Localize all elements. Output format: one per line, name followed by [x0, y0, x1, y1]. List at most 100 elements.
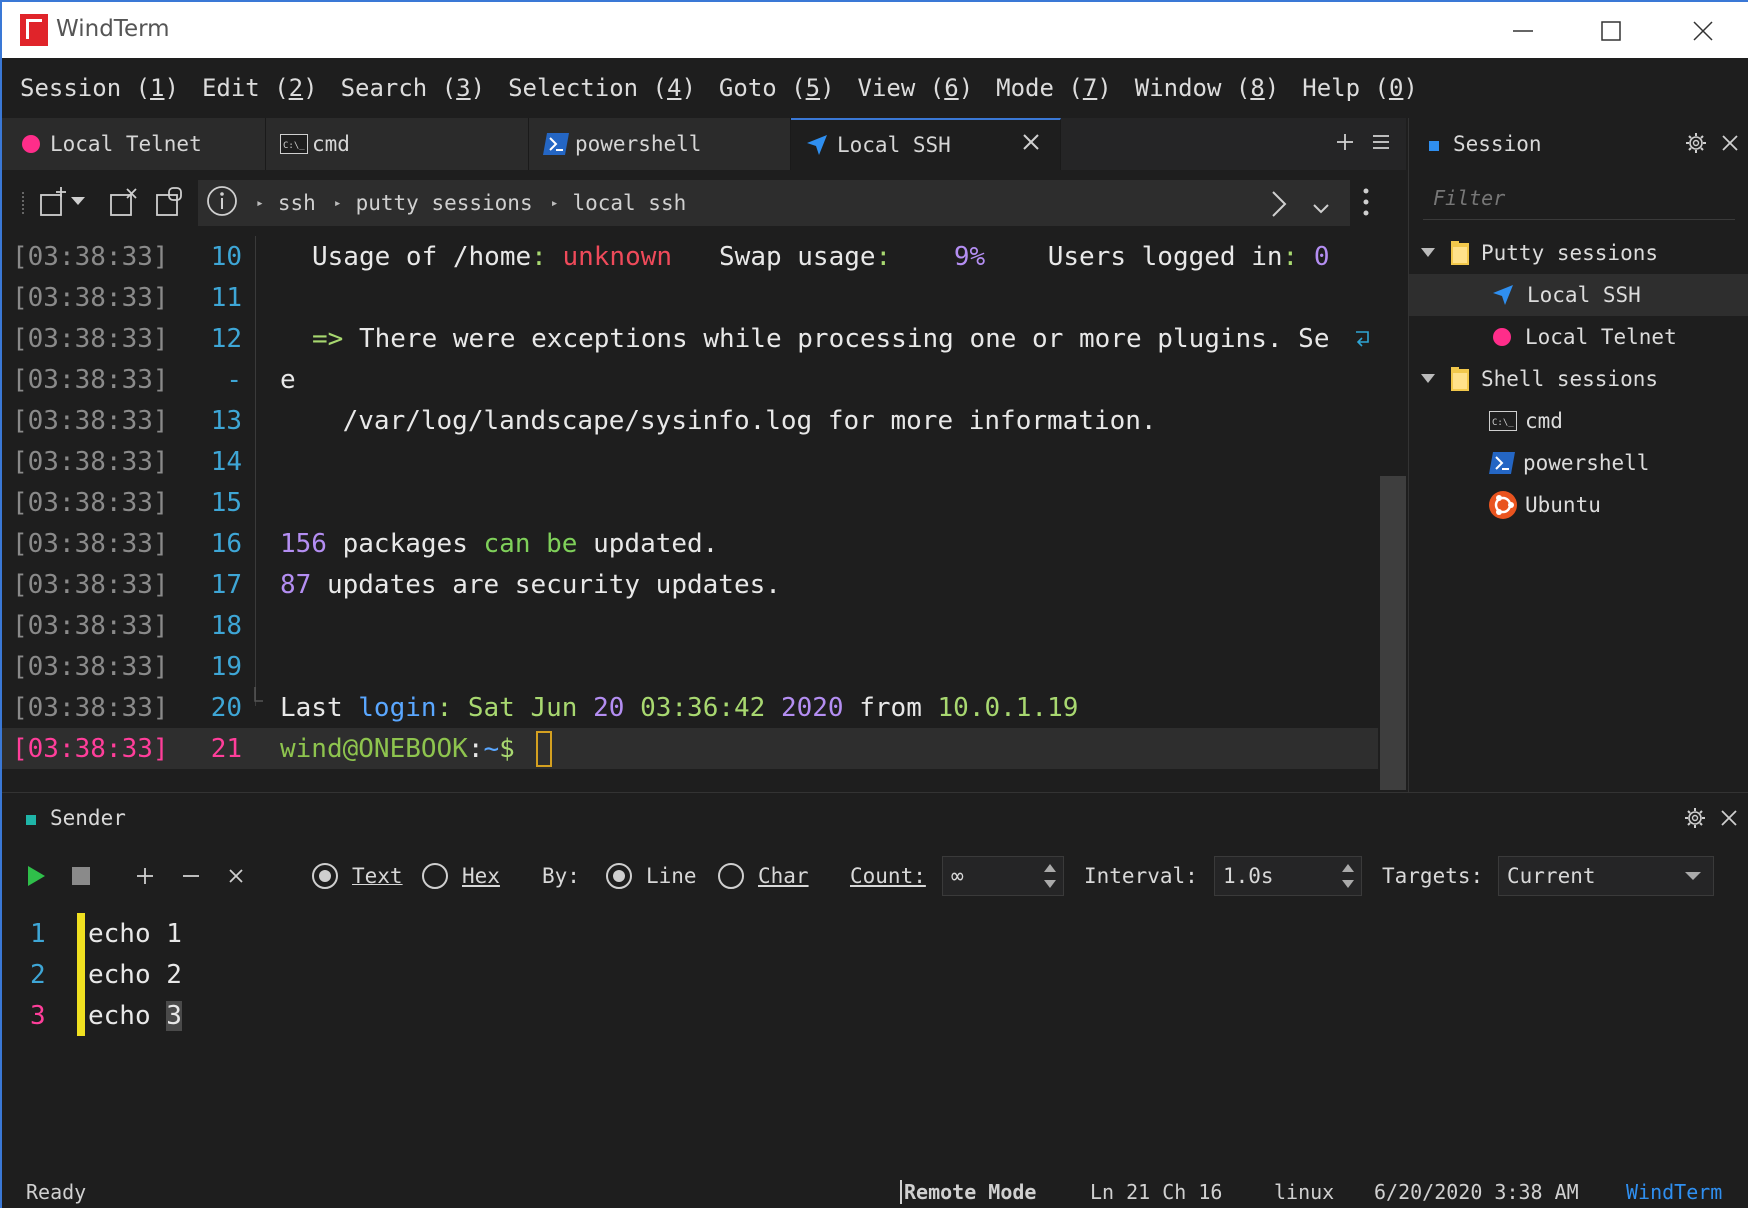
session-panel-close-button[interactable]: [1721, 133, 1739, 157]
clear-lines-button[interactable]: [228, 851, 244, 901]
windterm-window: WindTerm Session (1) Edit (2) Search (3)…: [0, 0, 1748, 1208]
tab-menu-button[interactable]: [1372, 134, 1390, 154]
menu-session[interactable]: Session (1): [20, 74, 179, 102]
breadcrumb-ssh[interactable]: ssh: [278, 191, 316, 215]
stop-icon: [72, 867, 90, 885]
line-number: 13: [210, 405, 242, 436]
tab-close-button[interactable]: [1021, 132, 1041, 157]
breadcrumb-dropdown-button[interactable]: [1312, 196, 1330, 220]
menu-view[interactable]: View (6): [858, 74, 974, 102]
send-button[interactable]: [26, 851, 46, 901]
tree-item-powershell[interactable]: powershell: [1409, 442, 1748, 484]
remove-line-button[interactable]: [182, 851, 200, 901]
radio-unselected-icon: [718, 863, 744, 889]
tab-local-telnet[interactable]: Local Telnet: [2, 118, 266, 170]
sender-line-current[interactable]: 3 echo 3: [2, 995, 402, 1036]
breadcrumb: ▸ ssh ▸ putty sessions ▸ local ssh: [198, 180, 1350, 226]
tab-cmd[interactable]: C:\_ cmd: [266, 118, 529, 170]
powershell-icon: [1489, 452, 1515, 474]
gear-icon: [1685, 808, 1705, 828]
terminal-output[interactable]: [03:38:33] 10 Usage of /home: unknown Sw…: [2, 236, 1382, 792]
breadcrumb-putty-sessions[interactable]: putty sessions: [356, 191, 533, 215]
tree-item-local-telnet[interactable]: Local Telnet: [1409, 316, 1748, 358]
radio-selected-icon: [312, 863, 338, 889]
status-os[interactable]: linux: [1274, 1180, 1334, 1204]
tree-item-ubuntu[interactable]: Ubuntu: [1409, 484, 1748, 526]
terminal-line: [03:38:33] 12 => There were exceptions w…: [2, 318, 1378, 359]
title-bar: WindTerm: [2, 0, 1748, 58]
spin-arrows-icon[interactable]: [1043, 861, 1057, 891]
tab-local-ssh[interactable]: Local SSH: [791, 118, 1061, 170]
menu-goto[interactable]: Goto (5): [719, 74, 835, 102]
line-number: 18: [210, 610, 242, 641]
sender-line[interactable]: 1 echo 1: [2, 913, 402, 954]
ssh-arrow-icon: [1493, 285, 1513, 305]
duplicate-session-button[interactable]: [150, 184, 190, 220]
status-mode[interactable]: Remote Mode: [900, 1180, 1036, 1204]
tree-item-local-ssh[interactable]: Local SSH: [1409, 274, 1748, 316]
count-value: ∞: [951, 864, 964, 888]
close-session-button[interactable]: [104, 184, 144, 220]
change-marker: [77, 954, 85, 995]
close-icon: [1023, 134, 1039, 150]
timestamp: [03:38:33]: [12, 364, 169, 395]
terminal-scrollbar-thumb[interactable]: [1380, 476, 1406, 790]
status-cursor-position[interactable]: Ln 21 Ch 16: [1090, 1180, 1222, 1204]
sender-panel-title: Sender: [50, 806, 126, 830]
timestamp: [03:38:33]: [12, 241, 169, 272]
timestamp: [03:38:33]: [12, 528, 169, 559]
new-session-dropdown[interactable]: [68, 184, 88, 220]
count-spinbox[interactable]: ∞: [942, 856, 1064, 896]
menu-edit[interactable]: Edit (2): [202, 74, 318, 102]
line-text: Last login: Sat Jun 20 03:36:42 2020 fro…: [280, 692, 1079, 723]
stop-button[interactable]: [72, 851, 90, 901]
spin-arrows-icon[interactable]: [1341, 861, 1355, 891]
tree-folder-putty-sessions[interactable]: Putty sessions: [1409, 232, 1748, 274]
sender-settings-button[interactable]: [1684, 807, 1706, 834]
menu-selection[interactable]: Selection (4): [508, 74, 696, 102]
session-settings-button[interactable]: [1685, 132, 1707, 159]
expand-arrow-icon: [1421, 374, 1435, 383]
tree-folder-shell-sessions[interactable]: Shell sessions: [1409, 358, 1748, 400]
session-filter-input[interactable]: Filter: [1423, 180, 1735, 220]
status-ready: Ready: [26, 1180, 87, 1204]
sender-line[interactable]: 2 echo 2: [2, 954, 402, 995]
interval-label: Interval:: [1084, 864, 1198, 888]
hex-radio-label: Hex: [462, 864, 500, 888]
breadcrumb-forward-button[interactable]: [1270, 190, 1288, 223]
play-icon: [28, 866, 45, 886]
timestamp: [03:38:33]: [12, 446, 169, 477]
tab-powershell[interactable]: powershell: [529, 118, 791, 170]
breadcrumb-local-ssh[interactable]: local ssh: [572, 191, 686, 215]
timestamp: [03:38:33]: [12, 651, 169, 682]
menu-help[interactable]: Help (0): [1302, 74, 1418, 102]
svg-text:C:\_: C:\_: [283, 141, 305, 151]
line-radio[interactable]: Line: [606, 851, 697, 901]
tree-item-cmd[interactable]: C:\_ cmd: [1409, 400, 1748, 442]
menu-mode[interactable]: Mode (7): [996, 74, 1112, 102]
tab-strip: Local Telnet C:\_ cmd powershell Local S…: [2, 118, 1406, 170]
new-tab-button[interactable]: [1336, 133, 1354, 155]
status-brand[interactable]: WindTerm: [1626, 1180, 1722, 1204]
info-icon: [207, 185, 237, 216]
caret-down-icon: [1685, 872, 1701, 880]
more-options-button[interactable]: [1356, 184, 1376, 220]
add-line-button[interactable]: [136, 851, 154, 901]
close-window-button[interactable]: [1668, 10, 1738, 52]
targets-dropdown[interactable]: Current: [1498, 856, 1714, 896]
hamburger-icon: [1373, 135, 1389, 149]
text-radio[interactable]: Text: [312, 851, 403, 901]
minimize-button[interactable]: [1488, 10, 1558, 52]
menu-window[interactable]: Window (8): [1135, 74, 1280, 102]
hex-radio[interactable]: Hex: [422, 851, 500, 901]
interval-spinbox[interactable]: 1.0s: [1214, 856, 1362, 896]
sender-panel-close-button[interactable]: [1720, 808, 1738, 832]
char-radio[interactable]: Char: [718, 851, 809, 901]
timestamp: [03:38:33]: [12, 733, 169, 764]
selected-char: 3: [166, 1000, 182, 1031]
line-text: => There were exceptions while processin…: [312, 323, 1330, 354]
maximize-button[interactable]: [1576, 10, 1646, 52]
crumb-separator-icon: ▸: [256, 195, 264, 211]
menu-search[interactable]: Search (3): [341, 74, 486, 102]
info-button[interactable]: [206, 185, 238, 222]
